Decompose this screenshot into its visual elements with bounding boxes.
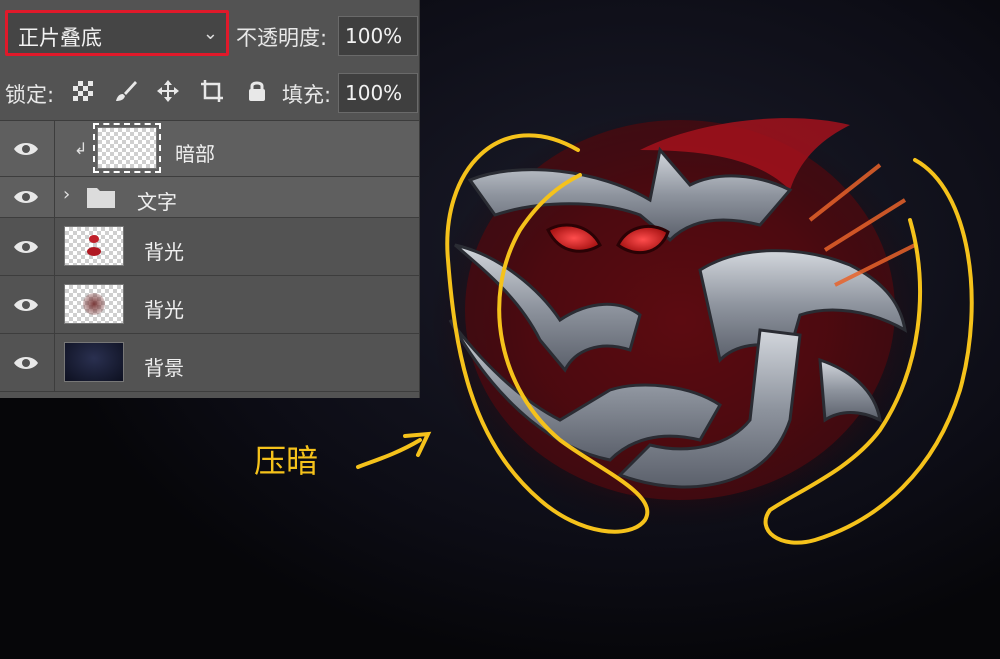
clipping-arrow-icon: ↲ bbox=[74, 139, 88, 158]
divider bbox=[54, 276, 55, 333]
move-icon[interactable] bbox=[155, 78, 181, 104]
layer-row-background[interactable]: 背景 bbox=[0, 334, 419, 392]
blend-mode-value: 正片叠底 bbox=[18, 26, 102, 50]
eye-icon[interactable] bbox=[12, 187, 40, 207]
divider bbox=[54, 121, 55, 176]
layer-name: 背光 bbox=[144, 240, 184, 264]
eye-icon[interactable] bbox=[12, 295, 40, 315]
eye-icon[interactable] bbox=[12, 353, 40, 373]
lock-transparent-pixels-icon[interactable] bbox=[70, 78, 96, 104]
opacity-input[interactable]: 100% bbox=[338, 16, 418, 56]
layer-row-backlight-2[interactable]: 背光 bbox=[0, 276, 419, 334]
eye-icon[interactable] bbox=[12, 139, 40, 159]
folder-icon bbox=[87, 188, 115, 208]
layer-thumbnail bbox=[64, 284, 124, 324]
layer-row-shadow[interactable]: ↲ 暗部 bbox=[0, 121, 419, 177]
lock-label: 锁定: bbox=[5, 83, 55, 107]
chevron-right-icon[interactable]: › bbox=[63, 184, 70, 205]
layer-name: 暗部 bbox=[175, 142, 215, 166]
divider bbox=[54, 177, 55, 217]
opacity-label: 不透明度: bbox=[236, 26, 328, 50]
blend-toolbar: 正片叠底 ⌄ 不透明度: 100% bbox=[0, 0, 419, 61]
layer-row-backlight-1[interactable]: 背光 bbox=[0, 218, 419, 276]
layer-thumbnail bbox=[64, 226, 124, 266]
layer-row-text-group[interactable]: › 文字 bbox=[0, 177, 419, 218]
layer-thumbnail bbox=[64, 342, 124, 382]
layer-name: 背光 bbox=[144, 298, 184, 322]
layer-thumbnail bbox=[93, 123, 161, 173]
lock-icon[interactable] bbox=[244, 78, 270, 104]
layer-name: 文字 bbox=[137, 190, 177, 214]
fill-label: 填充: bbox=[282, 83, 332, 107]
brush-icon[interactable] bbox=[113, 78, 139, 104]
annotation-label: 压暗 bbox=[254, 442, 319, 480]
layers-panel: 正片叠底 ⌄ 不透明度: 100% 锁定: 填充: 100% ↲ 暗部 › 文字… bbox=[0, 0, 420, 398]
fill-input[interactable]: 100% bbox=[338, 73, 418, 113]
lock-toolbar: 锁定: 填充: 100% bbox=[0, 60, 419, 121]
chevron-down-icon: ⌄ bbox=[202, 23, 218, 44]
divider bbox=[54, 334, 55, 391]
layer-name: 背景 bbox=[144, 356, 184, 380]
blend-mode-dropdown[interactable]: 正片叠底 ⌄ bbox=[5, 10, 229, 56]
eye-icon[interactable] bbox=[12, 237, 40, 257]
artboard-icon[interactable] bbox=[199, 78, 225, 104]
divider bbox=[54, 218, 55, 275]
